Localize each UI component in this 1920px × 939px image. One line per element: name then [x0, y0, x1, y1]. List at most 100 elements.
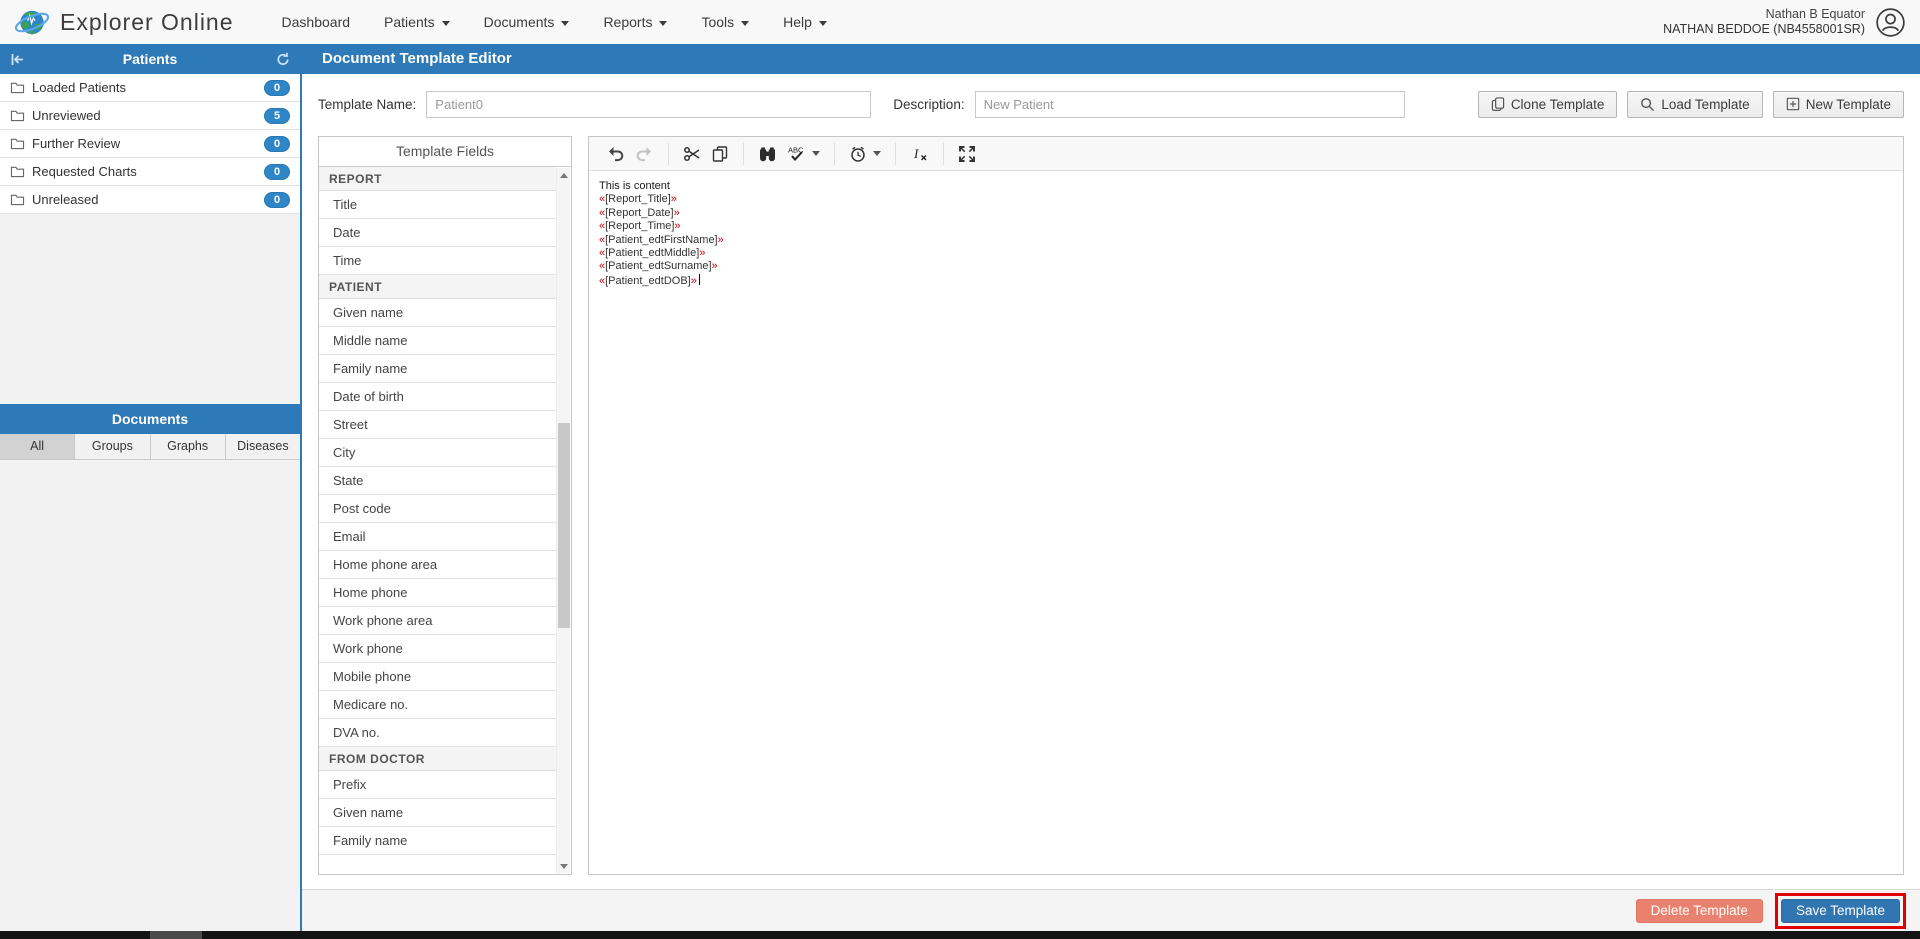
scroll-down-icon[interactable] [557, 859, 571, 873]
editor-content[interactable]: This is content «[Report_Title]» «[Repor… [589, 171, 1903, 874]
documents-tabs: All Groups Graphs Diseases [0, 434, 300, 460]
refresh-icon[interactable] [266, 51, 300, 67]
sidebar-item-loaded-patients[interactable]: Loaded Patients 0 [0, 74, 300, 102]
documents-panel: Documents All Groups Graphs Diseases [0, 404, 300, 460]
sidebar-item-unreleased[interactable]: Unreleased 0 [0, 186, 300, 214]
delete-template-button[interactable]: Delete Template [1636, 899, 1763, 923]
field-group-header-report: REPORT [319, 167, 556, 191]
field-item[interactable]: Family name [319, 827, 556, 855]
top-bar: Explorer Online Dashboard Patients Docum… [0, 0, 1920, 44]
app-logo: Explorer Online [14, 6, 234, 39]
sidebar-item-label: Further Review [32, 136, 120, 151]
tab-diseases[interactable]: Diseases [226, 434, 300, 459]
folder-icon [10, 137, 25, 150]
fullscreen-button[interactable] [953, 142, 981, 166]
footer-bar: Delete Template Save Template [302, 889, 1920, 931]
redo-button[interactable] [630, 141, 659, 166]
main-nav: Dashboard Patients Documents Reports Too… [282, 14, 827, 30]
field-item[interactable]: Work phone area [319, 607, 556, 635]
copy-button[interactable] [706, 142, 734, 166]
field-item[interactable]: Email [319, 523, 556, 551]
field-item[interactable]: Family name [319, 355, 556, 383]
field-item[interactable]: State [319, 467, 556, 495]
patients-panel-header: Patients [0, 44, 300, 74]
cut-button[interactable] [678, 142, 706, 166]
sidebar-item-requested-charts[interactable]: Requested Charts 0 [0, 158, 300, 186]
chevron-down-icon [873, 151, 881, 156]
editor-toolbar: ABC [589, 137, 1903, 171]
count-badge: 0 [264, 192, 290, 208]
scroll-up-icon[interactable] [557, 168, 571, 182]
field-group-header-from-doctor: FROM DOCTOR [319, 747, 556, 771]
fullscreen-icon [958, 145, 976, 163]
tab-groups[interactable]: Groups [75, 434, 150, 459]
page-title: Document Template Editor [302, 44, 1920, 74]
editor-line-merge-field: «[Report_Date]» [599, 207, 1893, 220]
save-template-button[interactable]: Save Template [1781, 899, 1900, 923]
sidebar-item-unreviewed[interactable]: Unreviewed 5 [0, 102, 300, 130]
fields-scrollbar[interactable] [556, 168, 570, 873]
user-avatar-icon[interactable] [1875, 7, 1906, 38]
user-display-name: Nathan B Equator [1663, 7, 1865, 22]
count-badge: 0 [264, 136, 290, 152]
field-item[interactable]: Post code [319, 495, 556, 523]
field-item[interactable]: Medicare no. [319, 691, 556, 719]
tab-all[interactable]: All [0, 434, 75, 459]
documents-panel-title: Documents [34, 411, 266, 427]
description-input[interactable] [975, 91, 1405, 118]
scrollbar-thumb[interactable] [558, 423, 570, 628]
undo-icon [606, 144, 625, 163]
field-item[interactable]: Time [319, 247, 556, 275]
clear-formatting-button[interactable]: I [905, 142, 934, 166]
field-group-header-patient: PATIENT [319, 275, 556, 299]
svg-text:I: I [913, 146, 919, 161]
field-item[interactable]: Home phone area [319, 551, 556, 579]
taskbar-edge [0, 931, 1920, 939]
find-button[interactable] [753, 142, 782, 166]
nav-item-reports[interactable]: Reports [603, 14, 667, 30]
field-item[interactable]: Date [319, 219, 556, 247]
field-item[interactable]: Middle name [319, 327, 556, 355]
field-item[interactable]: Mobile phone [319, 663, 556, 691]
field-item[interactable]: Title [319, 191, 556, 219]
field-item[interactable]: Home phone [319, 579, 556, 607]
load-template-button[interactable]: Load Template [1627, 91, 1762, 118]
nav-item-documents[interactable]: Documents [484, 14, 570, 30]
field-item[interactable]: DVA no. [319, 719, 556, 747]
sidebar-item-further-review[interactable]: Further Review 0 [0, 130, 300, 158]
field-item[interactable]: Prefix [319, 771, 556, 799]
plus-square-icon [1786, 97, 1800, 111]
user-account-id: NATHAN BEDDOE (NB4558001SR) [1663, 22, 1865, 37]
clone-template-button[interactable]: Clone Template [1478, 91, 1618, 118]
template-name-label: Template Name: [318, 97, 416, 112]
nav-item-patients[interactable]: Patients [384, 14, 450, 30]
field-item[interactable]: Work phone [319, 635, 556, 663]
copy-icon [711, 145, 729, 163]
field-item[interactable]: Given name [319, 799, 556, 827]
template-name-input[interactable] [426, 91, 871, 118]
field-item[interactable]: Street [319, 411, 556, 439]
template-fields-title: Template Fields [319, 137, 571, 167]
undo-button[interactable] [601, 141, 630, 166]
folder-icon [10, 109, 25, 122]
nav-item-dashboard[interactable]: Dashboard [282, 14, 351, 30]
count-badge: 5 [264, 108, 290, 124]
clone-icon [1491, 96, 1505, 112]
editor-line-merge-field: «[Patient_edtDOB]» [599, 274, 1893, 288]
collapse-sidebar-icon[interactable] [0, 51, 34, 68]
autotext-button[interactable] [844, 142, 886, 166]
field-item[interactable]: Date of birth [319, 383, 556, 411]
field-item[interactable]: Given name [319, 299, 556, 327]
chevron-down-icon [561, 21, 569, 26]
new-template-button[interactable]: New Template [1773, 91, 1904, 118]
nav-item-tools[interactable]: Tools [701, 14, 749, 30]
chevron-down-icon [442, 21, 450, 26]
spellcheck-button[interactable]: ABC [782, 142, 825, 166]
field-item[interactable]: City [319, 439, 556, 467]
annotation-highlight: Save Template [1775, 893, 1906, 929]
nav-item-help[interactable]: Help [783, 14, 827, 30]
sidebar-item-label: Unreviewed [32, 108, 101, 123]
field-item-partial[interactable] [319, 855, 556, 874]
tab-graphs[interactable]: Graphs [151, 434, 226, 459]
editor-line: This is content [599, 180, 1893, 193]
